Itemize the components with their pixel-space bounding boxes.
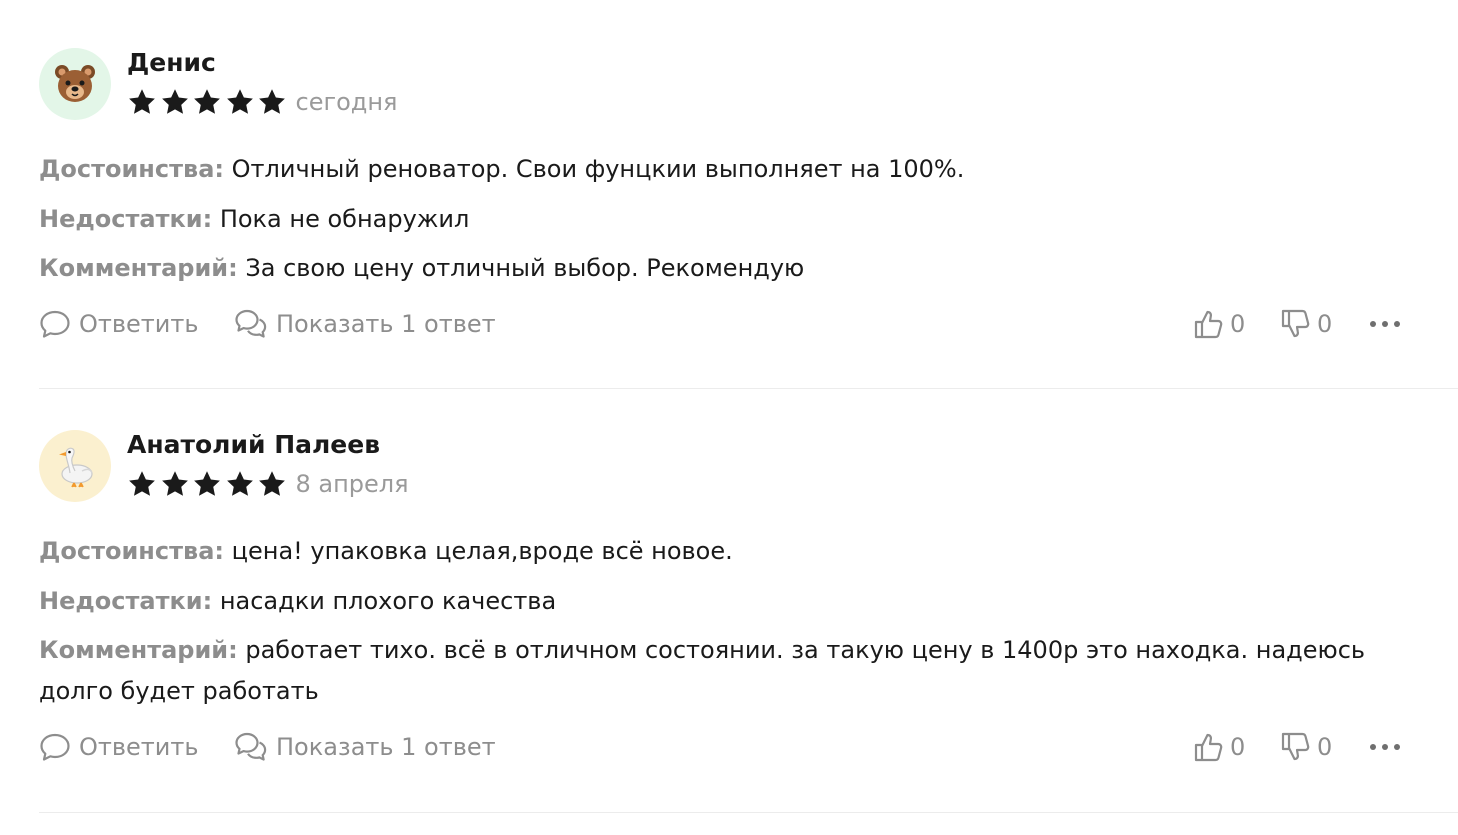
rating-line: 8 апреля: [127, 468, 409, 500]
avatar[interactable]: [39, 430, 111, 502]
cons-label: Недостатки:: [39, 205, 213, 233]
author-name: Анатолий Палеев: [127, 430, 381, 459]
show-replies-label: Показать 1 ответ: [276, 733, 496, 761]
star-icon: [129, 89, 155, 114]
reply-button[interactable]: Ответить: [39, 727, 198, 767]
ellipsis-icon: [1370, 321, 1400, 327]
review-actions: Ответить Показать 1 ответ 0 0: [39, 304, 1458, 344]
dislike-count: 0: [1317, 733, 1333, 761]
cons-label: Недостатки:: [39, 587, 213, 615]
show-replies-button[interactable]: Показать 1 ответ: [234, 727, 496, 767]
comment-field: Комментарий: За свою цену отличный выбор…: [39, 248, 1399, 289]
like-button[interactable]: 0: [1194, 304, 1245, 344]
star-icon: [194, 89, 220, 114]
pros-label: Достоинства:: [39, 537, 225, 565]
star-icon: [194, 471, 220, 496]
review-actions: Ответить Показать 1 ответ 0 0: [39, 727, 1458, 767]
star-rating: [127, 469, 290, 499]
star-icon: [129, 471, 155, 496]
comment-label: Комментарий:: [39, 636, 238, 664]
comment-label: Комментарий:: [39, 254, 238, 282]
pros-label: Достоинства:: [39, 155, 225, 183]
thumbs-up-icon: [1194, 733, 1223, 762]
comment-field: Комментарий: работает тихо. всё в отличн…: [39, 630, 1399, 712]
thumbs-up-icon: [1194, 310, 1223, 339]
cons-field: Недостатки: насадки плохого качества: [39, 581, 1399, 622]
star-icon: [161, 471, 188, 496]
show-replies-button[interactable]: Показать 1 ответ: [234, 304, 496, 344]
star-icon: [259, 89, 285, 114]
reply-label: Ответить: [79, 310, 199, 338]
dislike-button[interactable]: 0: [1281, 304, 1332, 344]
speech-bubble-icon: [40, 310, 70, 338]
star-icon: [226, 89, 253, 114]
chat-bubbles-icon: [235, 732, 267, 761]
reply-button[interactable]: Ответить: [39, 304, 198, 344]
comment-text: работает тихо. всё в отличном состоянии.…: [39, 636, 1366, 705]
pros-field: Достоинства: Отличный реноватор. Свои фу…: [39, 149, 1399, 190]
more-options-button[interactable]: [1368, 304, 1402, 344]
speech-bubble-icon: [40, 733, 70, 761]
ellipsis-icon: [1370, 744, 1400, 750]
cons-text: Пока не обнаружил: [219, 205, 470, 233]
star-icon: [226, 471, 253, 496]
chat-bubbles-icon: [235, 309, 267, 338]
dislike-button[interactable]: 0: [1281, 727, 1332, 767]
show-replies-label: Показать 1 ответ: [276, 310, 496, 338]
dislike-count: 0: [1317, 310, 1333, 338]
like-count: 0: [1230, 733, 1246, 761]
cons-text: насадки плохого качества: [219, 587, 557, 615]
like-count: 0: [1230, 310, 1246, 338]
star-rating: [127, 87, 290, 117]
star-icon: [161, 89, 188, 114]
avatar[interactable]: [39, 48, 111, 120]
like-button[interactable]: 0: [1194, 727, 1245, 767]
pros-text: цена! упаковка целая,вроде всё новое.: [231, 537, 733, 565]
divider: [39, 388, 1458, 389]
review-date: сегодня: [295, 88, 398, 116]
bear-emoji-icon: [53, 62, 97, 106]
cons-field: Недостатки: Пока не обнаружил: [39, 199, 1399, 240]
reply-label: Ответить: [79, 733, 199, 761]
thumbs-down-icon: [1281, 732, 1310, 761]
review-date: 8 апреля: [295, 470, 409, 498]
comment-text: За свою цену отличный выбор. Рекомендую: [245, 254, 805, 282]
author-name: Денис: [127, 48, 216, 77]
pros-field: Достоинства: цена! упаковка целая,вроде …: [39, 531, 1399, 572]
divider: [39, 812, 1458, 813]
more-options-button[interactable]: [1368, 727, 1402, 767]
star-icon: [259, 471, 285, 496]
goose-emoji-icon: [52, 443, 98, 489]
thumbs-down-icon: [1281, 309, 1310, 338]
rating-line: сегодня: [127, 86, 397, 118]
pros-text: Отличный реноватор. Свои фунцкии выполня…: [231, 155, 965, 183]
